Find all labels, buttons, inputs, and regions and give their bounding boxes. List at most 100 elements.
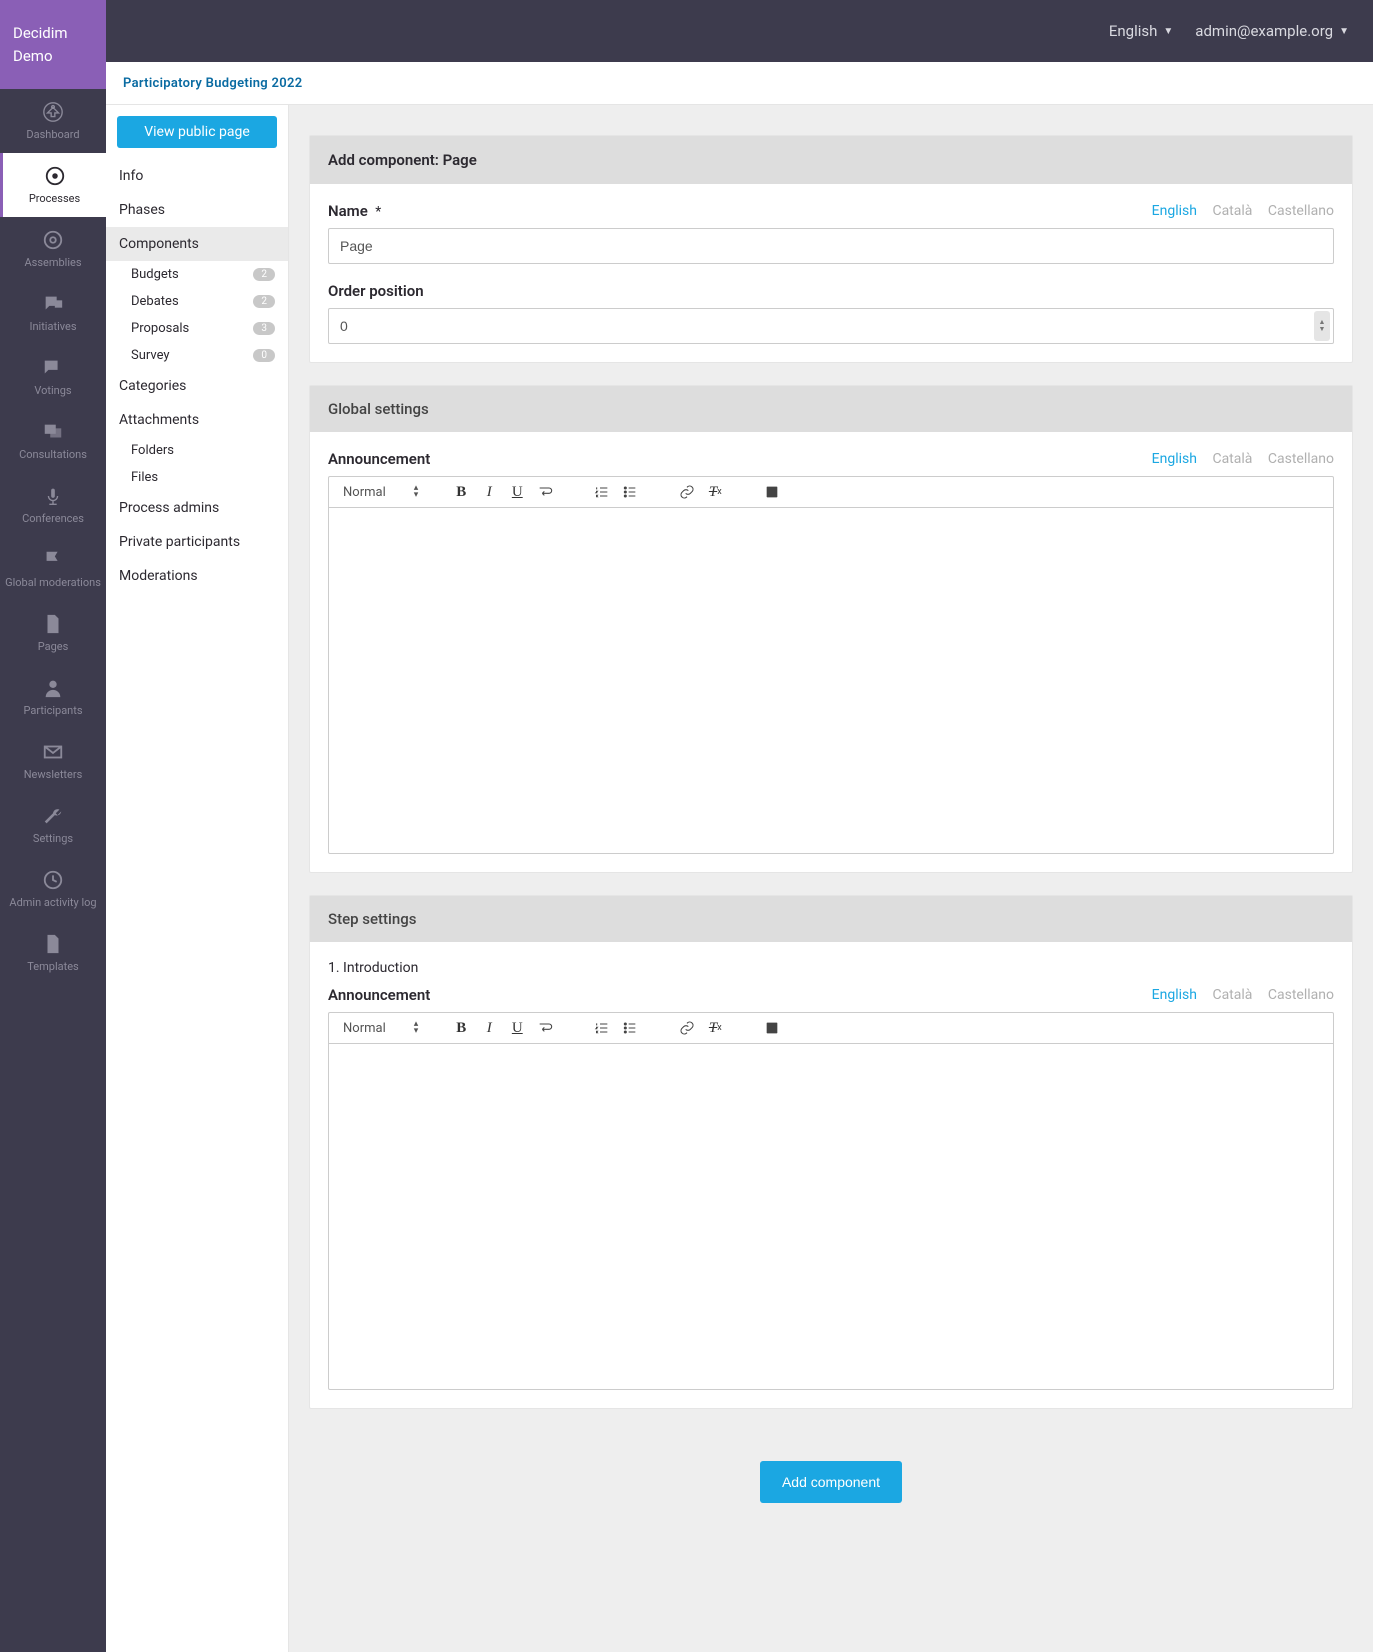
user-menu[interactable]: admin@example.org ▼ [1195,22,1349,40]
language-switcher[interactable]: English ▼ [1109,22,1173,40]
editor-toolbar: Normal ▴▾ B I U [329,477,1333,508]
sidebar-item-phases[interactable]: Phases [106,193,288,227]
ordered-list-button[interactable] [592,1018,612,1038]
nav-processes[interactable]: Processes [0,153,106,217]
bold-button[interactable]: B [451,482,471,502]
lang-tab-en[interactable]: English [1152,203,1197,219]
step-settings-header: Step settings [310,896,1352,942]
underline-button[interactable]: U [507,482,527,502]
code-button[interactable] [762,482,782,502]
sidebar-item-info[interactable]: Info [106,159,288,193]
view-public-button[interactable]: View public page [117,116,277,148]
nav-participants[interactable]: Participants [0,665,106,729]
sidebar-item-proposals[interactable]: Proposals 3 [106,315,288,342]
lang-tab-es[interactable]: Castellano [1268,451,1334,467]
style-select[interactable]: Normal ▴▾ [339,483,422,502]
rich-text-editor: Normal ▴▾ B I U [328,1012,1334,1390]
nav-newsletters[interactable]: Newsletters [0,729,106,793]
linebreak-button[interactable] [535,482,555,502]
count-badge: 3 [253,322,275,335]
breadcrumb-link[interactable]: Participatory Budgeting 2022 [123,76,302,91]
code-button[interactable] [762,1018,782,1038]
number-spinner[interactable]: ▲▼ [1314,311,1330,341]
lang-tab-es[interactable]: Castellano [1268,203,1334,219]
sidebar-item-categories[interactable]: Categories [106,369,288,403]
lang-tab-es[interactable]: Castellano [1268,987,1334,1003]
sidebar-item-budgets[interactable]: Budgets 2 [106,261,288,288]
sidebar-item-private-participants[interactable]: Private participants [106,525,288,559]
link-button[interactable] [677,482,697,502]
lang-tabs: English Català Castellano [1140,987,1334,1003]
editor-content[interactable] [329,508,1333,853]
lang-tab-en[interactable]: English [1152,987,1197,1003]
order-position-input[interactable] [328,308,1334,344]
style-select[interactable]: Normal ▴▾ [339,1019,422,1038]
count-badge: 0 [253,349,275,362]
admin-log-icon [42,869,64,891]
lang-tab-ca[interactable]: Català [1212,451,1252,467]
announcement-label: Announcement [328,450,430,468]
dashboard-icon [42,101,64,123]
nav-conferences[interactable]: Conferences [0,473,106,537]
bold-button[interactable]: B [451,1018,471,1038]
sidebar-item-debates[interactable]: Debates 2 [106,288,288,315]
editor-content[interactable] [329,1044,1333,1389]
participants-icon [42,677,64,699]
sidebar-item-moderations[interactable]: Moderations [106,559,288,593]
editor-toolbar: Normal ▴▾ B I U [329,1013,1333,1044]
clear-format-button[interactable]: Tx [705,482,725,502]
breadcrumb: Participatory Budgeting 2022 [106,62,1373,105]
clear-format-button[interactable]: Tx [705,1018,725,1038]
sidebar-item-files[interactable]: Files [106,464,288,491]
italic-button[interactable]: I [479,1018,499,1038]
page-title: Add component: Page [310,136,1352,184]
nav-admin-log[interactable]: Admin activity log [0,857,106,921]
bullet-list-button[interactable] [620,482,640,502]
brand[interactable]: Decidim Demo [0,0,106,89]
process-sidebar: View public page Info Phases Components … [106,105,289,1652]
sidebar-item-survey[interactable]: Survey 0 [106,342,288,369]
caret-down-icon: ▼ [1339,26,1349,37]
nav-global-moderations[interactable]: Global moderations [0,537,106,601]
sidebar-item-process-admins[interactable]: Process admins [106,491,288,525]
italic-button[interactable]: I [479,482,499,502]
sidebar-item-components[interactable]: Components [106,227,288,261]
newsletters-icon [42,741,64,763]
chevron-icon: ▴▾ [414,485,419,499]
votings-icon [42,357,64,379]
nav-pages[interactable]: Pages [0,601,106,665]
templates-icon [42,933,64,955]
name-input[interactable] [328,228,1334,264]
nav-initiatives[interactable]: Initiatives [0,281,106,345]
initiatives-icon [42,293,64,315]
nav-votings[interactable]: Votings [0,345,106,409]
page-content: Add component: Page Name * English Catal… [289,105,1373,1652]
add-component-button[interactable]: Add component [760,1461,902,1503]
pages-icon [42,613,64,635]
sidebar-item-attachments[interactable]: Attachments [106,403,288,437]
lang-tab-en[interactable]: English [1152,451,1197,467]
assemblies-icon [42,229,64,251]
count-badge: 2 [253,268,275,281]
underline-button[interactable]: U [507,1018,527,1038]
topbar: English ▼ admin@example.org ▼ [106,0,1373,62]
linebreak-button[interactable] [535,1018,555,1038]
sidebar-item-folders[interactable]: Folders [106,437,288,464]
nav-dashboard[interactable]: Dashboard [0,89,106,153]
caret-down-icon: ▼ [1163,26,1173,37]
main-sidebar: Decidim Demo Dashboard Processes Assembl… [0,0,106,1652]
lang-tab-ca[interactable]: Català [1212,203,1252,219]
rich-text-editor: Normal ▴▾ B I U [328,476,1334,854]
nav-templates[interactable]: Templates [0,921,106,985]
ordered-list-button[interactable] [592,482,612,502]
nav-settings[interactable]: Settings [0,793,106,857]
lang-tabs: English Català Castellano [1140,203,1334,219]
bullet-list-button[interactable] [620,1018,640,1038]
global-settings-header: Global settings [310,386,1352,432]
name-label: Name [328,202,368,220]
link-button[interactable] [677,1018,697,1038]
lang-tab-ca[interactable]: Català [1212,987,1252,1003]
nav-assemblies[interactable]: Assemblies [0,217,106,281]
nav-consultations[interactable]: Consultations [0,409,106,473]
processes-icon [44,165,66,187]
